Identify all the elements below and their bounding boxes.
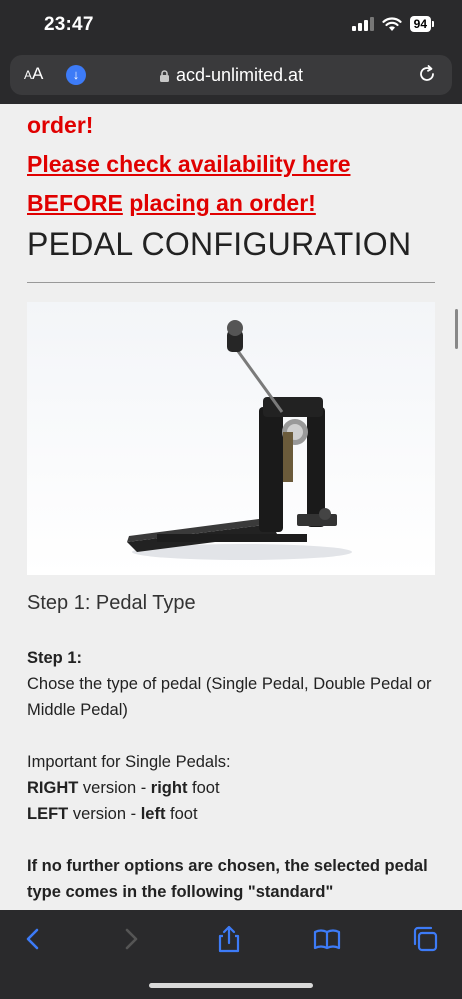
important-note: Important for Single Pedals: <box>27 753 231 771</box>
check-availability-link[interactable]: Please check availability here <box>27 151 350 177</box>
browser-chrome: 23:47 94 AA ↓ acd-unlimited.at <box>0 0 462 104</box>
address-bar[interactable]: AA ↓ acd-unlimited.at <box>10 55 452 95</box>
step-title: Step 1: Pedal Type <box>27 592 196 614</box>
status-bar: 23:47 94 <box>0 0 462 52</box>
availability-link[interactable]: Please check availability here <box>27 145 350 183</box>
battery-icon: 94 <box>409 16 434 32</box>
wifi-icon <box>382 16 402 31</box>
step-description: Step 1: Chose the type of pedal (Single … <box>27 645 435 910</box>
bookmarks-icon[interactable] <box>312 924 342 954</box>
right-version-line: RIGHT version - right foot <box>27 779 220 797</box>
left-version-line: LEFT version - left foot <box>27 805 198 823</box>
divider <box>27 282 435 283</box>
home-indicator <box>149 983 313 988</box>
signal-icon <box>351 17 374 31</box>
url-field[interactable]: acd-unlimited.at <box>10 65 452 86</box>
availability-notice-line: order! <box>27 112 94 138</box>
reload-icon[interactable] <box>416 63 438 85</box>
options-note: If no further options are chosen, the se… <box>27 857 428 910</box>
availability-notice-line-3: BEFORE placing an order! <box>27 184 316 222</box>
back-icon[interactable] <box>18 924 48 954</box>
status-icons: 94 <box>351 16 434 32</box>
page-content: order! Please check availability here BE… <box>0 104 462 910</box>
pedal-photo <box>27 302 435 575</box>
pedal-image <box>127 320 352 560</box>
screen: 23:47 94 AA ↓ acd-unlimited.at order! Pl… <box>0 0 462 999</box>
status-time: 23:47 <box>44 14 94 35</box>
forward-icon[interactable] <box>116 924 146 954</box>
scroll-indicator[interactable] <box>455 309 458 349</box>
lock-icon <box>159 70 169 82</box>
battery-level: 94 <box>409 16 431 32</box>
url-text: acd-unlimited.at <box>175 65 304 85</box>
tabs-icon[interactable] <box>410 924 440 954</box>
step-label: Step 1: <box>27 649 83 667</box>
placing-order-link[interactable]: placing an order! <box>129 190 316 216</box>
before-link[interactable]: BEFORE <box>27 190 123 216</box>
section-heading: PEDAL CONFIGURATION <box>27 226 412 262</box>
share-icon[interactable] <box>214 924 244 954</box>
step-text: Chose the type of pedal (Single Pedal, D… <box>27 675 432 719</box>
